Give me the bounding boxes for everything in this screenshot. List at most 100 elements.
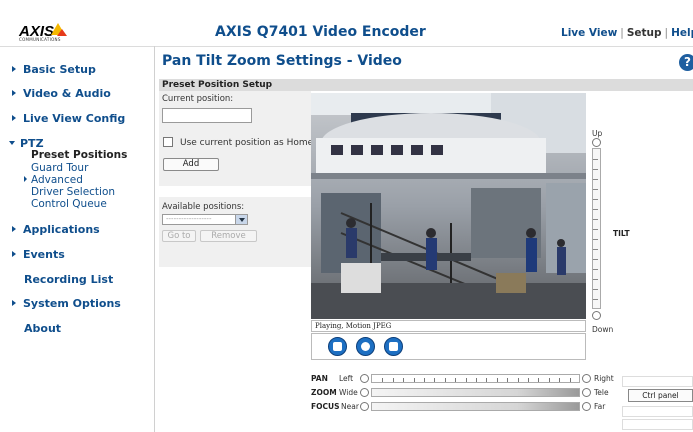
- tilt-tick: [593, 199, 598, 200]
- chevron-right-icon: [12, 300, 16, 306]
- pan-tick: [476, 378, 477, 382]
- tilt-label: TILT: [613, 229, 630, 238]
- sidebar-item-label: Basic Setup: [23, 63, 96, 76]
- chevron-down-icon[interactable]: [235, 215, 247, 224]
- sidebar-item-live-view-config[interactable]: Live View Config: [12, 112, 125, 125]
- pan-tick: [403, 378, 405, 382]
- tilt-down-arrow-icon[interactable]: [592, 311, 601, 320]
- goto-button[interactable]: Go to: [162, 230, 196, 242]
- fullscreen-button[interactable]: [384, 337, 403, 356]
- zoom-tele-arrow-icon[interactable]: [582, 388, 591, 397]
- tilt-tick: [593, 189, 598, 190]
- sidebar-subitem-advanced[interactable]: Advanced: [24, 174, 83, 186]
- focus-far-label: Far: [594, 402, 606, 411]
- focus-near-arrow-icon[interactable]: [360, 402, 369, 411]
- tilt-tick: [593, 169, 598, 170]
- app-title: AXIS Q7401 Video Encoder: [215, 24, 426, 40]
- tilt-tick: [593, 219, 598, 220]
- pan-tick: [507, 378, 509, 382]
- available-positions-select[interactable]: ------------------: [162, 214, 248, 225]
- pan-tick: [548, 378, 550, 382]
- pan-slider[interactable]: [371, 374, 580, 383]
- sidebar-item-label: Video & Audio: [23, 87, 111, 100]
- help-link[interactable]: Help: [671, 27, 693, 39]
- remove-button[interactable]: Remove: [200, 230, 257, 242]
- pan-right-arrow-icon[interactable]: [582, 374, 591, 383]
- tilt-up-arrow-icon[interactable]: [592, 138, 601, 147]
- sidebar-item-label: Live View Config: [23, 112, 126, 125]
- live-view-link[interactable]: Live View: [561, 27, 617, 39]
- tilt-tick: [593, 249, 598, 250]
- tilt-tick: [593, 259, 598, 260]
- setup-link[interactable]: Setup: [627, 27, 662, 39]
- pan-tick: [465, 378, 467, 382]
- sidebar-subitem-preset-positions[interactable]: Preset Positions: [31, 149, 127, 161]
- tilt-tick: [593, 159, 598, 160]
- sidebar-item-label: System Options: [23, 297, 121, 310]
- ptz-side-panel: [622, 376, 693, 432]
- pan-tick: [486, 378, 488, 382]
- pan-tick: [455, 378, 457, 382]
- section-header: Preset Position Setup: [159, 79, 693, 91]
- pan-tick: [392, 378, 394, 382]
- available-positions-label: Available positions:: [162, 202, 245, 212]
- top-navigation: Live View|Setup|Help: [561, 27, 693, 39]
- focus-label: FOCUS: [311, 402, 340, 411]
- current-position-input[interactable]: [162, 108, 252, 123]
- use-home-checkbox[interactable]: [163, 137, 173, 147]
- video-control-bar: [311, 333, 586, 360]
- chevron-right-icon: [12, 115, 16, 121]
- sidebar-item-system-options[interactable]: System Options: [12, 297, 121, 310]
- header: AXIS COMMUNICATIONS AXIS Q7401 Video Enc…: [0, 0, 693, 46]
- pan-tick: [413, 378, 415, 382]
- side-box: [622, 376, 693, 387]
- zoom-label: ZOOM: [311, 388, 337, 397]
- sidebar-item-applications[interactable]: Applications: [12, 223, 100, 236]
- pan-tick: [444, 378, 446, 382]
- ctrl-panel-button[interactable]: Ctrl panel: [628, 389, 693, 402]
- focus-far-arrow-icon[interactable]: [582, 402, 591, 411]
- zoom-tele-label: Tele: [594, 388, 609, 397]
- sidebar-subitem-driver-selection[interactable]: Driver Selection: [31, 186, 115, 198]
- sidebar-subitem-control-queue[interactable]: Control Queue: [31, 198, 107, 210]
- chevron-right-icon: [12, 251, 16, 257]
- focus-slider[interactable]: [371, 402, 580, 411]
- page-title: Pan Tilt Zoom Settings - Video: [162, 53, 402, 69]
- tilt-tick: [593, 279, 598, 280]
- pan-right-label: Right: [594, 374, 614, 383]
- snapshot-button[interactable]: [356, 337, 375, 356]
- pan-tick: [434, 378, 436, 382]
- sidebar-item-about[interactable]: About: [24, 322, 61, 335]
- tilt-tick: [593, 209, 598, 210]
- pan-left-arrow-icon[interactable]: [360, 374, 369, 383]
- sidebar-item-video-audio[interactable]: Video & Audio: [12, 87, 111, 100]
- focus-near-label: Near: [341, 402, 359, 411]
- live-video-feed[interactable]: [311, 93, 586, 319]
- chevron-right-icon: [12, 90, 16, 96]
- available-positions-value: ------------------: [166, 215, 212, 223]
- video-status-bar: Playing, Motion JPEG: [311, 320, 586, 332]
- axis-logo[interactable]: AXIS COMMUNICATIONS: [19, 23, 79, 43]
- sidebar-item-events[interactable]: Events: [12, 248, 65, 261]
- chevron-right-icon: [12, 226, 16, 232]
- sidebar: Basic Setup Video & Audio Live View Conf…: [0, 47, 154, 432]
- help-icon[interactable]: ?: [679, 54, 693, 71]
- zoom-wide-label: Wide: [339, 388, 358, 397]
- sidebar-subitem-guard-tour[interactable]: Guard Tour: [31, 162, 88, 174]
- side-box: [622, 406, 693, 417]
- zoom-wide-arrow-icon[interactable]: [360, 388, 369, 397]
- pan-label: PAN: [311, 374, 328, 383]
- tilt-tick: [593, 229, 598, 230]
- add-button[interactable]: Add: [163, 158, 219, 171]
- sidebar-item-basic-setup[interactable]: Basic Setup: [12, 63, 96, 76]
- pan-tick: [517, 378, 519, 382]
- side-box: [622, 419, 693, 430]
- pan-tick: [569, 378, 571, 382]
- logo-triangle-accent-icon: [57, 29, 67, 36]
- sidebar-divider: [154, 46, 155, 432]
- tilt-slider[interactable]: [592, 148, 601, 309]
- zoom-slider[interactable]: [371, 388, 580, 397]
- pan-tick: [538, 378, 540, 382]
- sidebar-item-recording-list[interactable]: Recording List: [24, 273, 113, 286]
- stop-button[interactable]: [328, 337, 347, 356]
